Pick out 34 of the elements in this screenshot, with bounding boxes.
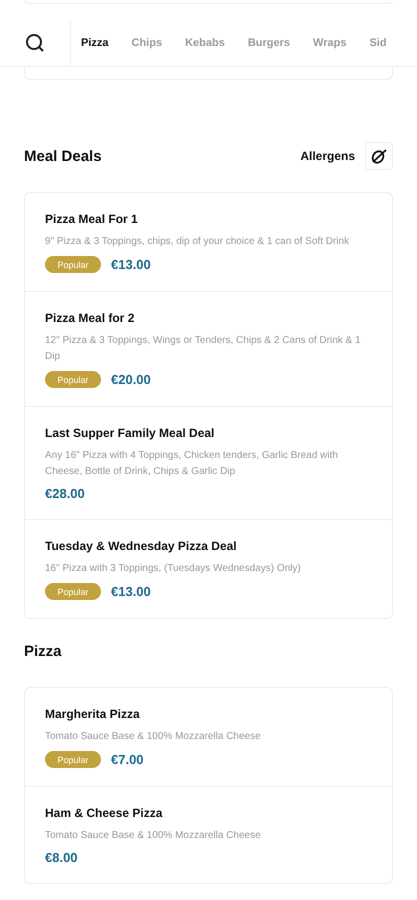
popular-badge: Popular bbox=[45, 371, 101, 388]
item-price: €7.00 bbox=[111, 752, 144, 767]
item-name: Ham & Cheese Pizza bbox=[45, 806, 164, 820]
item-description: Tomato Sauce Base & 100% Mozzarella Cheese bbox=[45, 730, 262, 744]
item-price: €13.00 bbox=[111, 584, 151, 599]
item-description: Tomato Sauce Base & 100% Mozzarella Cheese bbox=[45, 829, 262, 843]
item-description: Any 16" Pizza with 4 Toppings, Chicken tenders, Garlic Bread with Cheese, Bottle of Drink, Chips & Garlic Dip bbox=[45, 449, 339, 479]
item-price: €8.00 bbox=[45, 850, 78, 865]
item-name: Margherita Pizza bbox=[45, 707, 141, 721]
category-tab[interactable]: Pizza bbox=[81, 37, 109, 49]
item-price: €20.00 bbox=[111, 372, 151, 387]
item-price: €13.00 bbox=[111, 257, 151, 272]
allergens-button[interactable] bbox=[365, 142, 393, 170]
item-name: Last Supper Family Meal Deal bbox=[45, 426, 216, 440]
item-name: Pizza Meal for 2 bbox=[45, 311, 136, 325]
popular-badge: Popular bbox=[45, 256, 101, 273]
item-price: €28.00 bbox=[45, 486, 85, 501]
popular-badge: Popular bbox=[45, 751, 101, 768]
item-description: 9" Pizza & 3 Toppings, chips, dip of your choice & 1 can of Soft Drink bbox=[45, 235, 350, 249]
item-description: 16" Pizza with 3 Toppings, (Tuesdays Wednesdays) Only) bbox=[45, 562, 302, 576]
popular-badge: Popular bbox=[45, 583, 101, 600]
menu-item[interactable]: Tuesday & Wednesday Pizza Deal 16" Pizza with 3 Toppings, (Tuesdays Wednesdays) Only) Popular €13.00 bbox=[25, 519, 392, 618]
item-description: 12" Pizza & 3 Toppings, Wings or Tenders, Chips & 2 Cans of Drink & 1 Dip bbox=[45, 334, 362, 364]
search-icon[interactable] bbox=[25, 33, 45, 53]
menu-item[interactable]: Pizza Meal for 2 12" Pizza & 3 Toppings, Wings or Tenders, Chips & 2 Cans of Drink & 1 Dip Popular €20.00 bbox=[25, 291, 392, 406]
section-title: Meal Deals bbox=[24, 148, 102, 164]
item-name: Pizza Meal For 1 bbox=[45, 212, 139, 226]
menu-item[interactable]: Margherita Pizza Tomato Sauce Base & 100% Mozzarella Cheese Popular €7.00 bbox=[25, 688, 392, 786]
menu-item[interactable]: Ham & Cheese Pizza Tomato Sauce Base & 100% Mozzarella Cheese €8.00 bbox=[25, 786, 392, 883]
menu-item[interactable]: Last Supper Family Meal Deal Any 16" Pizza with 4 Toppings, Chicken tenders, Garlic Bread with Cheese, Bottle of Drink, Chips & Garlic Dip €28.00 bbox=[25, 406, 392, 519]
section-title: Pizza bbox=[24, 642, 62, 660]
allergens-label: Allergens bbox=[300, 149, 355, 163]
item-name: Tuesday & Wednesday Pizza Deal bbox=[45, 539, 238, 553]
menu-item[interactable]: Pizza Meal For 1 9" Pizza & 3 Toppings, chips, dip of your choice & 1 can of Soft Drink Popular €13.00 bbox=[25, 193, 392, 291]
